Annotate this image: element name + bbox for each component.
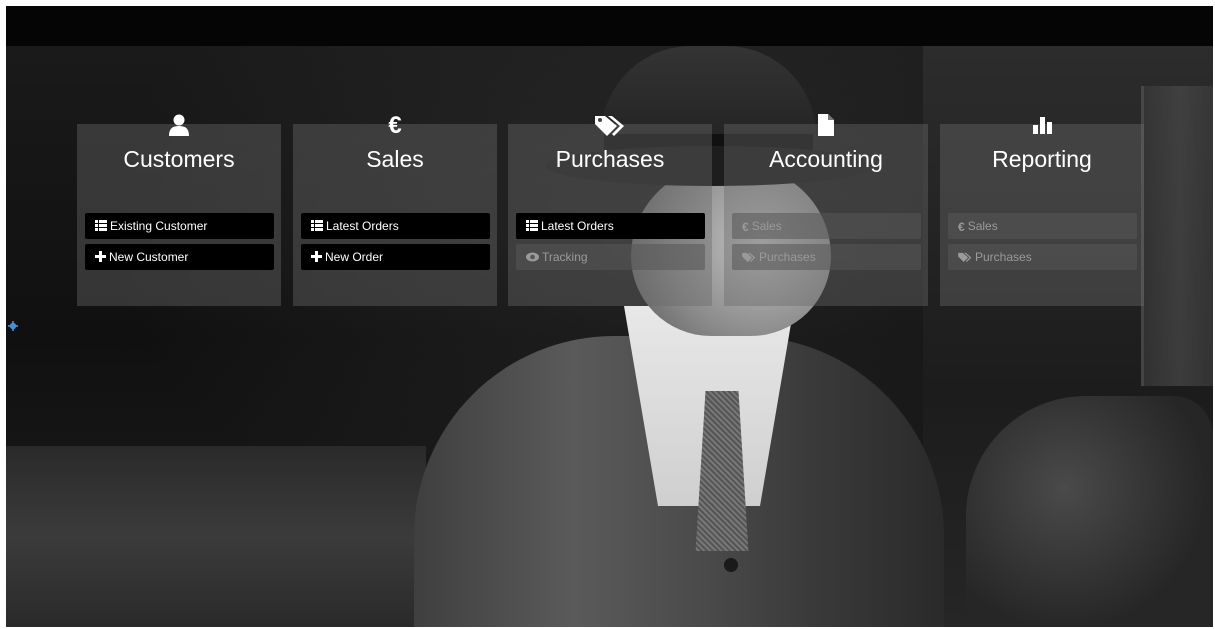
button-label: Purchases bbox=[759, 250, 816, 264]
euro-icon: € bbox=[742, 220, 749, 234]
module-grid: Customers Existing Customer New Customer… bbox=[6, 6, 1213, 627]
sales-latest-orders-button[interactable]: Latest Orders bbox=[301, 213, 490, 239]
module-title-sales: Sales bbox=[366, 146, 424, 172]
bar-chart-icon bbox=[940, 114, 1144, 138]
new-customer-button[interactable]: New Customer bbox=[85, 244, 274, 270]
button-label: Purchases bbox=[975, 250, 1032, 264]
button-label: New Customer bbox=[109, 250, 189, 264]
purchases-latest-orders-button[interactable]: Latest Orders bbox=[516, 213, 705, 239]
module-card-sales: € Sales Latest Orders New Order bbox=[293, 114, 497, 306]
reporting-purchases-button[interactable]: Purchases bbox=[948, 244, 1137, 270]
module-title-purchases: Purchases bbox=[555, 146, 665, 172]
tags-icon bbox=[508, 114, 712, 138]
button-label: Sales bbox=[751, 219, 782, 233]
new-order-button[interactable]: New Order bbox=[301, 244, 490, 270]
list-icon bbox=[95, 214, 107, 239]
tags-icon bbox=[742, 245, 756, 270]
app-viewport: Customers Existing Customer New Customer… bbox=[6, 6, 1213, 627]
file-icon bbox=[724, 114, 928, 138]
module-title-reporting: Reporting bbox=[992, 146, 1092, 172]
module-title-accounting: Accounting bbox=[769, 146, 883, 172]
module-card-accounting: Accounting € Sales Purchases bbox=[724, 114, 928, 306]
gear-icon[interactable] bbox=[8, 318, 18, 331]
tracking-button[interactable]: Tracking bbox=[516, 244, 705, 270]
button-label: Latest Orders bbox=[541, 219, 614, 233]
module-title-customers: Customers bbox=[123, 146, 235, 172]
module-card-reporting: Reporting € Sales Purchases bbox=[940, 117, 1144, 306]
plus-icon bbox=[95, 245, 106, 270]
euro-icon: € bbox=[958, 220, 965, 234]
euro-icon: € bbox=[388, 112, 402, 139]
tags-icon bbox=[958, 245, 972, 270]
reporting-sales-button[interactable]: € Sales bbox=[948, 213, 1137, 239]
button-label: Sales bbox=[967, 219, 998, 233]
eye-icon bbox=[526, 245, 539, 270]
button-label: New Order bbox=[325, 250, 384, 264]
button-label: Existing Customer bbox=[110, 219, 208, 233]
module-card-customers: Customers Existing Customer New Customer bbox=[77, 114, 281, 306]
plus-icon bbox=[311, 245, 322, 270]
button-label: Tracking bbox=[542, 250, 588, 264]
list-icon bbox=[526, 214, 538, 239]
existing-customer-button[interactable]: Existing Customer bbox=[85, 213, 274, 239]
accounting-purchases-button[interactable]: Purchases bbox=[732, 244, 921, 270]
button-label: Latest Orders bbox=[326, 219, 399, 233]
module-card-purchases: Purchases Latest Orders Tracking bbox=[508, 116, 712, 306]
list-icon bbox=[311, 214, 323, 239]
accounting-sales-button[interactable]: € Sales bbox=[732, 213, 921, 239]
user-icon bbox=[77, 114, 281, 138]
